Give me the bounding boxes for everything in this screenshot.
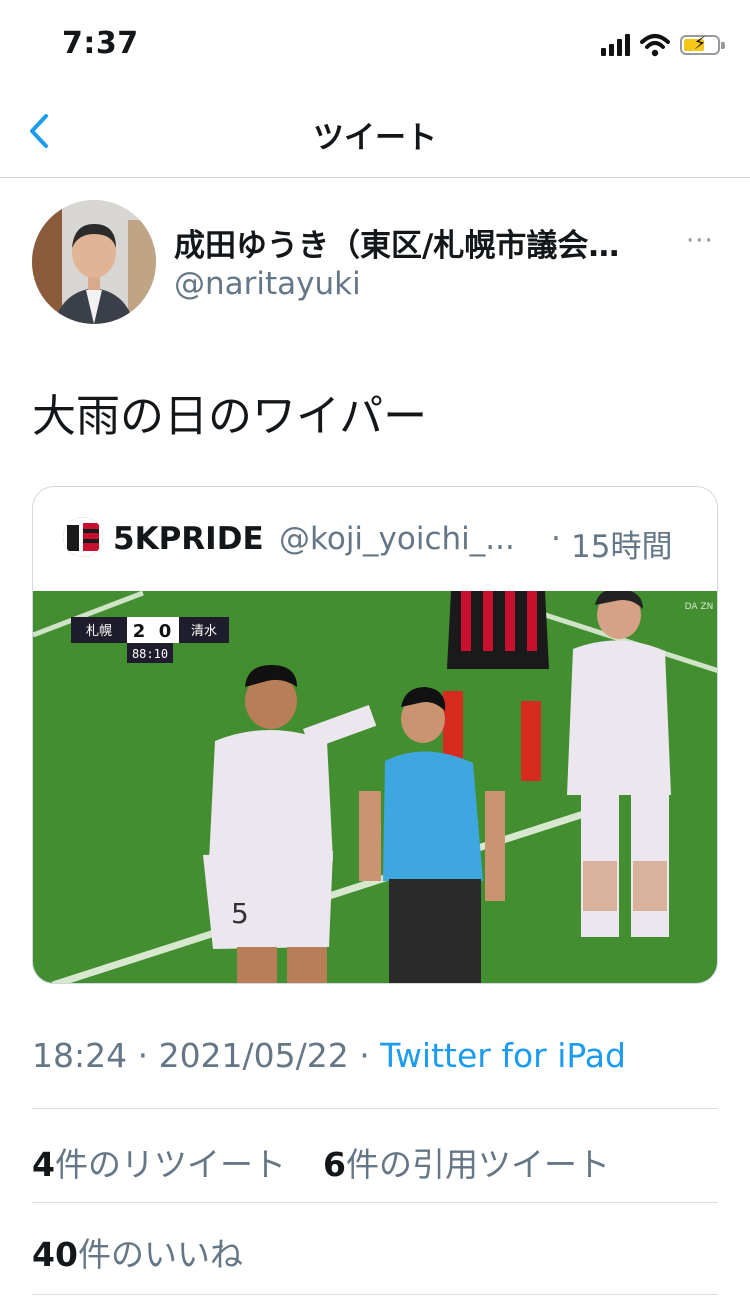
quoted-avatar — [63, 517, 103, 557]
display-name[interactable]: 成田ゆうき（東区/札幌市議会… — [174, 220, 654, 265]
quoted-video-thumbnail[interactable]: 札幌 2 0 清水 88:10 DA ZN 5 — [33, 591, 718, 984]
retweets-stat[interactable]: 4件のリツイート — [32, 1145, 286, 1184]
quote-label: 件の引用ツイート — [345, 1145, 610, 1184]
scoreboard-away-score: 0 — [159, 621, 172, 642]
user-handle[interactable]: @naritayuki — [174, 266, 361, 302]
status-time: 7:37 — [62, 26, 139, 61]
divider — [32, 1108, 718, 1109]
scoreboard-home-score: 2 — [133, 621, 146, 642]
like-count: 40 — [32, 1235, 78, 1274]
quoted-timestamp: 15時間 — [571, 529, 673, 565]
tweet-metadata: 18:24 · 2021/05/22 · Twitter for iPad — [32, 1036, 626, 1075]
tweet-text: 大雨の日のワイパー — [32, 391, 428, 442]
tweet-timestamp: 18:24 · 2021/05/22 · — [32, 1036, 381, 1075]
quoted-tweet-header: 5KPRIDE @koji_yoichi_... · 15時間 — [33, 487, 717, 591]
divider — [32, 1294, 718, 1295]
page-title: ツイート — [313, 120, 437, 156]
quote-count: 6 — [322, 1145, 346, 1184]
status-icons: ⚡ — [601, 30, 725, 60]
wifi-icon — [640, 34, 670, 57]
more-options-button[interactable]: ··· — [686, 226, 714, 256]
scoreboard-home-team: 札幌 — [86, 623, 112, 639]
status-bar: 7:37 ⚡ — [0, 0, 750, 90]
engagement-stats: 4件のリツイート 6件の引用ツイート — [32, 1138, 610, 1186]
avatar[interactable] — [32, 200, 156, 324]
nav-bar: ツイート — [0, 90, 750, 178]
retweet-count: 4 — [32, 1145, 55, 1184]
broadcaster-logo: DA ZN — [685, 602, 714, 612]
quoted-tweet-card[interactable]: 5KPRIDE @koji_yoichi_... · 15時間 札幌 2 0 清… — [32, 486, 718, 984]
player-number: 5 — [231, 897, 249, 930]
quoted-display-name: 5KPRIDE — [113, 521, 264, 557]
quote-tweets-stat[interactable]: 6件の引用ツイート — [323, 1145, 610, 1184]
scoreboard-clock: 88:10 — [132, 647, 168, 661]
scoreboard-away-team: 清水 — [191, 624, 217, 639]
separator-dot: · — [551, 521, 561, 557]
quoted-handle: @koji_yoichi_... — [279, 521, 515, 557]
tweet-source-link[interactable]: Twitter for iPad — [380, 1036, 626, 1075]
retweet-label: 件のリツイート — [54, 1145, 286, 1184]
like-label: 件のいいね — [77, 1235, 243, 1274]
divider — [32, 1202, 718, 1203]
likes-stat[interactable]: 40件のいいね — [32, 1228, 243, 1276]
tweet-header: 成田ゆうき（東区/札幌市議会… @naritayuki ··· — [32, 200, 722, 330]
battery-icon: ⚡ — [680, 33, 725, 55]
cellular-signal-icon — [601, 34, 630, 56]
